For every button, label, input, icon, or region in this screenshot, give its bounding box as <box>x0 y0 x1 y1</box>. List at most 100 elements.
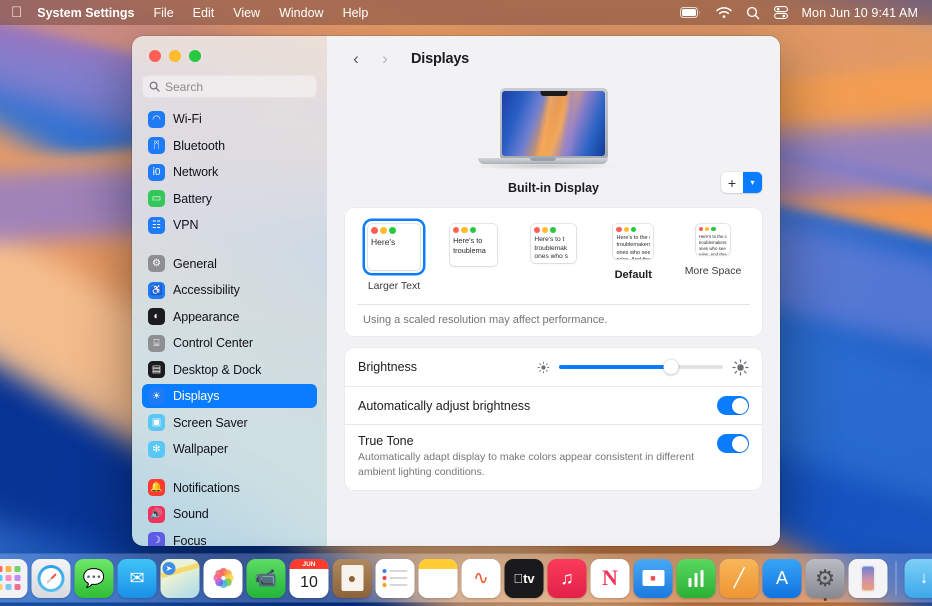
menu-help[interactable]: Help <box>343 6 369 20</box>
dock-item-calendar[interactable]: JUN10 <box>290 559 329 598</box>
app-store-icon[interactable]: A <box>763 559 802 598</box>
resolution-option-2[interactable]: Here's to ttroublemakones who s <box>523 221 585 273</box>
resolution-thumbnail[interactable]: Here's to the crtroublemakers.ones who s… <box>610 221 656 262</box>
news-icon[interactable]: N <box>591 559 630 598</box>
auto-brightness-toggle[interactable] <box>717 396 749 415</box>
menu-edit[interactable]: Edit <box>193 6 215 20</box>
launchpad-icon[interactable] <box>0 559 28 598</box>
sidebar-item-general[interactable]: ⚙General <box>142 252 317 276</box>
numbers-icon[interactable] <box>677 559 716 598</box>
resolution-label: More Space <box>685 265 742 277</box>
brightness-label: Brightness <box>358 360 417 374</box>
iphone-mirroring-icon[interactable] <box>849 559 888 598</box>
dock-item-notes[interactable] <box>419 559 458 598</box>
sidebar-item-displays[interactable]: ☀Displays <box>142 384 317 408</box>
thumbnail-text: Here's to the crazy onetroublemakers. Th… <box>696 233 731 255</box>
apple-logo-icon[interactable]:  <box>11 5 22 20</box>
dock-item-messages[interactable]: 💬 <box>75 559 114 598</box>
dock-item-contacts[interactable]: ● <box>333 559 372 598</box>
dock-item-safari[interactable] <box>32 559 71 598</box>
resolution-thumbnail[interactable]: Here's to ttroublemakones who s <box>528 221 578 266</box>
resolution-option-1[interactable]: Here's totroublema <box>443 221 505 276</box>
notes-icon[interactable] <box>419 559 458 598</box>
control-center-icon: ⌸ <box>148 335 165 352</box>
mail-icon[interactable]: ✉ <box>118 559 157 598</box>
sidebar-item-focus[interactable]: ☽Focus <box>142 529 317 547</box>
sidebar-item-accessibility[interactable]: ♿Accessibility <box>142 278 317 302</box>
battery-icon[interactable] <box>680 7 702 18</box>
close-button[interactable] <box>149 50 161 62</box>
dock-item-facetime[interactable]: 📹 <box>247 559 286 598</box>
resolution-thumbnail[interactable]: Here's totroublema <box>447 221 500 269</box>
system-settings-icon[interactable]: ⚙ <box>806 559 845 598</box>
dock-item-keynote[interactable]: ■ <box>634 559 673 598</box>
sidebar-item-network[interactable]: ἱ0Network <box>142 160 317 184</box>
back-button[interactable]: ‹ <box>343 46 369 72</box>
apple-tv-icon[interactable]: tv <box>505 559 544 598</box>
freeform-icon[interactable]: ∿ <box>462 559 501 598</box>
sidebar-item-battery[interactable]: ▭Battery <box>142 187 317 211</box>
add-display-button[interactable]: + ▾ <box>721 172 762 193</box>
sidebar-item-control-center[interactable]: ⌸Control Center <box>142 331 317 355</box>
brightness-slider-knob[interactable] <box>663 360 678 375</box>
menu-window[interactable]: Window <box>279 6 323 20</box>
resolution-option-larger-text[interactable]: Here'sLarger Text <box>363 221 425 292</box>
search-input[interactable]: Search <box>142 75 317 98</box>
sidebar-item-wi-fi[interactable]: ◠Wi-Fi <box>142 107 317 131</box>
sidebar-item-notifications[interactable]: 🔔Notifications <box>142 476 317 500</box>
brightness-slider[interactable] <box>559 365 723 369</box>
dock-item-news[interactable]: N <box>591 559 630 598</box>
dock-item-iphone-mirroring[interactable] <box>849 559 888 598</box>
control-center-icon[interactable] <box>774 6 788 19</box>
sidebar-item-screen-saver[interactable]: ▣Screen Saver <box>142 411 317 435</box>
downloads-folder-icon[interactable]: ↓ <box>905 559 932 598</box>
menu-file[interactable]: File <box>154 6 174 20</box>
dock-item-apple-tv[interactable]: tv <box>505 559 544 598</box>
dock-item-photos[interactable] <box>204 559 243 598</box>
resolution-thumbnail[interactable]: Here's <box>365 221 423 273</box>
dock-item-downloads-folder[interactable]: ↓ <box>905 559 932 598</box>
true-tone-toggle[interactable] <box>717 434 749 453</box>
messages-icon[interactable]: 💬 <box>75 559 114 598</box>
wifi-icon[interactable] <box>716 7 732 19</box>
dock-item-freeform[interactable]: ∿ <box>462 559 501 598</box>
menu-view[interactable]: View <box>233 6 260 20</box>
music-icon[interactable]: ♫ <box>548 559 587 598</box>
pages-icon[interactable]: ╱ <box>720 559 759 598</box>
network-globe-icon: ἱ0 <box>148 164 165 181</box>
dock-item-pages[interactable]: ╱ <box>720 559 759 598</box>
zoom-button[interactable] <box>189 50 201 62</box>
sidebar-item-appearance[interactable]: ◐Appearance <box>142 305 317 329</box>
dock-item-numbers[interactable] <box>677 559 716 598</box>
calendar-icon[interactable]: JUN10 <box>290 559 329 598</box>
sidebar-item-sound[interactable]: 🔊Sound <box>142 502 317 526</box>
safari-icon[interactable] <box>32 559 71 598</box>
sidebar-item-bluetooth[interactable]: ᛗBluetooth <box>142 134 317 158</box>
photos-icon[interactable] <box>204 559 243 598</box>
resolution-thumbnail[interactable]: Here's to the crazy onetroublemakers. Th… <box>693 221 734 258</box>
reminders-icon[interactable] <box>376 559 415 598</box>
sidebar-item-vpn[interactable]: ☷VPN <box>142 213 317 237</box>
dock-item-music[interactable]: ♫ <box>548 559 587 598</box>
forward-button[interactable]: › <box>372 46 398 72</box>
dock-item-maps[interactable]: ➤ <box>161 559 200 598</box>
resolution-option-default[interactable]: Here's to the crtroublemakers.ones who s… <box>602 221 664 281</box>
dock-item-launchpad[interactable] <box>0 559 28 598</box>
dock-item-app-store[interactable]: A <box>763 559 802 598</box>
menubar-clock[interactable]: Mon Jun 10 9:41 AM <box>802 6 918 20</box>
minimize-button[interactable] <box>169 50 181 62</box>
dock-item-system-settings[interactable]: ⚙ <box>806 559 845 598</box>
search-icon[interactable] <box>746 6 760 20</box>
dock-item-mail[interactable]: ✉ <box>118 559 157 598</box>
sidebar-item-desktop-dock[interactable]: ▤Desktop & Dock <box>142 358 317 382</box>
dock-item-reminders[interactable] <box>376 559 415 598</box>
chevron-down-icon[interactable]: ▾ <box>743 172 762 193</box>
resolution-option-more-space[interactable]: Here's to the crazy onetroublemakers. Th… <box>682 221 744 277</box>
facetime-icon[interactable]: 📹 <box>247 559 286 598</box>
contacts-icon[interactable]: ● <box>333 559 372 598</box>
menubar-app-name[interactable]: System Settings <box>37 6 134 20</box>
keynote-icon[interactable]: ■ <box>634 559 673 598</box>
sidebar-item-wallpaper[interactable]: ✻Wallpaper <box>142 437 317 461</box>
plus-icon[interactable]: + <box>721 172 743 193</box>
maps-icon[interactable]: ➤ <box>161 559 200 598</box>
